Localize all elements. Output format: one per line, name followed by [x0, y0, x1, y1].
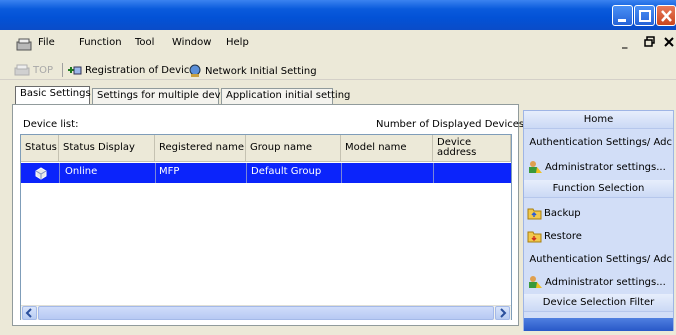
scroll-thumb[interactable] [38, 306, 494, 320]
toolbar-separator [62, 63, 63, 77]
side-item-label: Restore [544, 230, 582, 242]
network-initial-setting-button[interactable]: Network Initial Setting [188, 64, 317, 78]
backup-folder-icon [527, 208, 542, 220]
top-button-label: TOP [33, 65, 54, 76]
maximize-icon [639, 10, 651, 22]
column-header-device-address[interactable]: Device address [433, 135, 511, 162]
mdi-close-button[interactable] [664, 36, 674, 50]
function-administrator-settings-link[interactable]: Administrator settings... [527, 274, 672, 290]
scroll-left-button[interactable] [22, 306, 37, 320]
restore-link[interactable]: Restore [527, 229, 672, 243]
column-header-group-name[interactable]: Group name [246, 135, 341, 162]
close-window-button[interactable] [656, 5, 676, 26]
cell-registered-name: MFP [159, 166, 180, 177]
mdi-restore-button[interactable] [644, 36, 655, 50]
minimize-icon [618, 19, 626, 22]
tab-label: Application initial setting [226, 90, 351, 101]
chevron-left-icon [25, 308, 32, 318]
column-divider [341, 163, 342, 183]
menu-window-label: Window [172, 37, 212, 48]
administrator-icon [529, 161, 542, 173]
menu-help-label: Help [226, 37, 249, 48]
column-divider [59, 163, 60, 183]
menu-window[interactable]: Window [172, 37, 211, 48]
add-device-icon [68, 66, 82, 75]
function-selection-header[interactable]: Function Selection [524, 180, 673, 198]
menu-function[interactable]: Function [79, 37, 122, 48]
restore-icon [644, 36, 655, 47]
home-administrator-settings-link[interactable]: Administrator settings... [527, 159, 672, 175]
chevron-right-icon [500, 308, 507, 318]
menu-tool-label: Tool [135, 37, 155, 48]
column-divider [433, 163, 434, 183]
home-authentication-settings-link[interactable]: Authentication Settings/ Adc [527, 135, 672, 149]
tab-label: Basic Settings [20, 88, 91, 99]
close-icon [661, 10, 672, 22]
menu-help[interactable]: Help [226, 37, 249, 48]
restore-folder-icon [527, 231, 542, 243]
close-icon [664, 37, 674, 47]
registration-label: Registration of Device [85, 65, 196, 76]
device-status-icon [35, 167, 47, 180]
side-item-label: Administrator settings... [545, 276, 666, 288]
backup-link[interactable]: Backup [527, 206, 672, 220]
menu-file[interactable]: File [38, 37, 55, 48]
network-label: Network Initial Setting [205, 65, 317, 77]
menu-file-label: File [38, 37, 55, 48]
title-bar [0, 0, 676, 30]
scroll-right-button[interactable] [495, 306, 510, 320]
column-header-status-display[interactable]: Status Display [59, 135, 155, 162]
column-divider [246, 163, 247, 183]
maximize-button[interactable] [634, 5, 655, 26]
pane-footer-bar [524, 318, 673, 331]
device-list-label: Device list: [23, 119, 79, 130]
mdi-minimize-button[interactable]: _ [622, 36, 628, 49]
side-item-label: Administrator settings... [545, 161, 666, 173]
registration-of-device-button[interactable]: Registration of Device [66, 64, 196, 77]
side-item-label: Authentication Settings/ Adc [529, 136, 672, 148]
home-section-header[interactable]: Home [524, 111, 673, 129]
side-item-label: Authentication Settings/ Adc [529, 253, 672, 265]
menu-tool[interactable]: Tool [135, 37, 154, 48]
administrator-icon [529, 276, 542, 288]
printer-icon [14, 64, 30, 76]
cell-group-name: Default Group [251, 166, 322, 177]
column-header-status[interactable]: Status [21, 135, 59, 162]
device-selection-filter-header[interactable]: Device Selection Filter [524, 294, 673, 312]
tab-basic-settings[interactable]: Basic Settings [15, 86, 91, 105]
column-header-registered-name[interactable]: Registered name [155, 135, 246, 162]
network-icon [189, 64, 201, 77]
column-header-model-name[interactable]: Model name [341, 135, 433, 162]
minimize-button[interactable] [612, 5, 633, 26]
side-item-label: Backup [544, 207, 581, 219]
function-authentication-settings-link[interactable]: Authentication Settings/ Adc [527, 252, 672, 266]
column-divider [155, 163, 156, 183]
tab-application-initial-setting[interactable]: Application initial setting [221, 88, 350, 104]
app-icon [16, 38, 32, 51]
cell-status-display: Online [65, 166, 98, 177]
tab-settings-for-multiple-device[interactable]: Settings for multiple device [92, 88, 235, 104]
displayed-device-count: Number of Displayed Devices:1 [376, 119, 534, 130]
tab-label: Settings for multiple device [97, 90, 235, 101]
top-button[interactable]: TOP [14, 64, 53, 77]
menu-function-label: Function [79, 37, 122, 48]
